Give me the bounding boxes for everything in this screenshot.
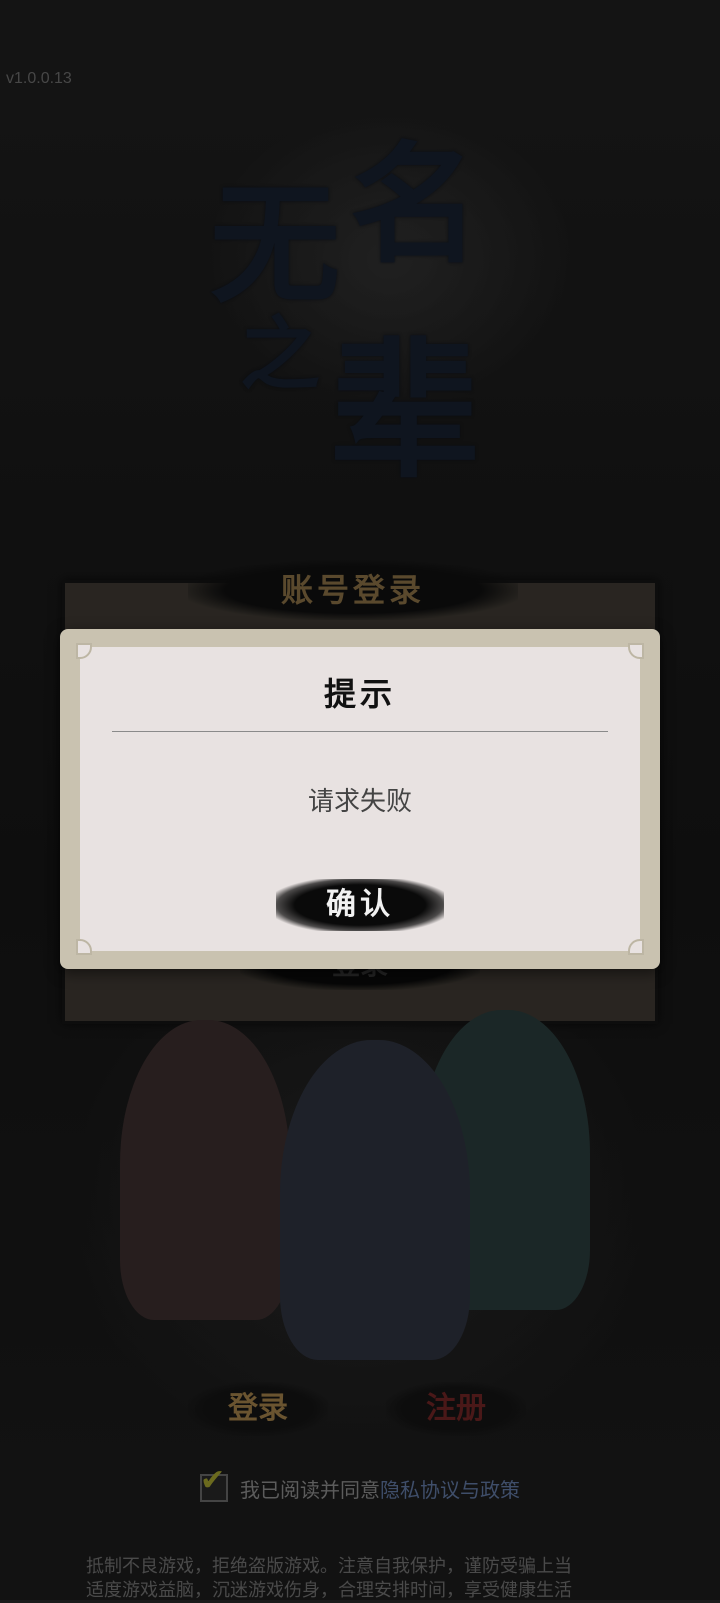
health-notice-line-2: 适度游戏益脑，沉迷游戏伤身，合理安排时间，享受健康生活 — [86, 1580, 572, 1601]
dialog-title: 提示 — [323, 675, 396, 713]
agreement-checkbox[interactable]: ✔ — [200, 1466, 228, 1502]
corner-ornament — [628, 939, 644, 955]
privacy-policy-link[interactable]: 隐私协议与政策 — [380, 1474, 520, 1503]
alert-dialog: 提示 请求失败 确认 — [60, 629, 660, 969]
health-notice-line-1: 抵制不良游戏，拒绝盗版游戏。注意自我保护，谨防受骗上当 — [86, 1556, 572, 1577]
login-button[interactable]: 登录 — [188, 1382, 328, 1436]
register-button[interactable]: 注册 — [386, 1382, 526, 1436]
alert-dialog-body: 提示 请求失败 确认 — [76, 643, 644, 955]
corner-ornament — [76, 643, 92, 659]
corner-ornament — [628, 643, 644, 659]
corner-ornament — [76, 939, 92, 955]
health-notice: 抵制不良游戏，拒绝盗版游戏。注意自我保护，谨防受骗上当 适度游戏益脑，沉迷游戏伤… — [86, 1555, 646, 1603]
agreement-text: 我已阅读并同意 — [240, 1477, 380, 1502]
dialog-divider — [112, 731, 608, 732]
dialog-message: 请求失败 — [307, 787, 412, 817]
agreement-row: ✔ 我已阅读并同意 隐私协议与政策 — [200, 1466, 520, 1506]
check-icon: ✔ — [200, 1463, 226, 1498]
confirm-button[interactable]: 确认 — [276, 879, 444, 931]
